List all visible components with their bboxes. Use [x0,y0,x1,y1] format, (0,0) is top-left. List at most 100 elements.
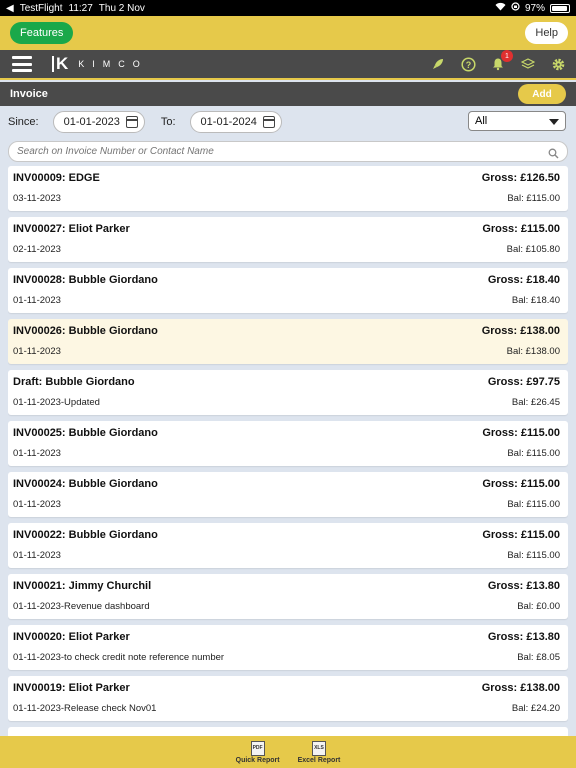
invoice-gross: Gross: £115.00 [482,478,560,490]
invoice-card[interactable]: INV00028: Bubble Giordano 01-11-2023 Gro… [8,268,568,313]
invoice-title: INV00025: Bubble Giordano [13,427,158,439]
invoice-card-selected[interactable]: INV00026: Bubble Giordano 01-11-2023 Gro… [8,319,568,364]
status-select-value: All [475,115,488,127]
page-title: Invoice [10,88,48,100]
invoice-title: INV00027: Eliot Parker [13,223,130,235]
invoice-card[interactable]: Draft: Bubble Giordano 01-11-2023-Update… [8,370,568,415]
help-circle-icon[interactable]: ? [460,56,476,72]
battery-percent: 97% [524,2,545,14]
invoice-gross: Gross: £13.80 [487,631,560,643]
orientation-lock-icon [511,2,520,14]
invoice-date: 01-11-2023-Release check Nov01 [13,703,157,714]
back-arrow-icon[interactable]: ◀ [6,3,14,14]
bell-icon[interactable]: 1 [490,50,513,72]
help-button[interactable]: Help [525,22,568,44]
page-title-bar: Invoice Add [0,82,576,106]
since-date-field[interactable]: 01-01-2023 [52,111,145,133]
status-time: 11:27 [68,2,93,14]
gear-icon[interactable] [550,56,566,72]
wifi-icon [495,2,506,14]
chevron-down-icon [549,119,559,125]
invoice-gross: Gross: £18.40 [487,274,560,286]
excel-report-button[interactable]: XLS Excel Report [297,740,341,764]
invoice-balance: Bal: £26.45 [511,397,560,408]
excel-report-label: Excel Report [297,756,341,764]
since-label: Since: [8,116,39,128]
invoice-gross: Gross: £13.80 [487,580,560,592]
invoice-title: INV00024: Bubble Giordano [13,478,158,490]
invoice-gross: Gross: £115.00 [482,223,560,235]
invoice-title: INV00028: Bubble Giordano [13,274,158,286]
invoice-balance: Bal: £0.00 [517,601,560,612]
invoice-gross: Gross: £115.00 [482,529,560,541]
invoice-balance: Bal: £8.05 [517,652,560,663]
status-bar: ◀ TestFlight 11:27 Thu 2 Nov 97% [0,0,576,16]
invoice-balance: Bal: £24.20 [511,703,560,714]
invoice-date: 01-11-2023 [13,448,61,459]
invoice-date: 01-11-2023-to check credit note referenc… [13,652,225,663]
logo-text: KIMCO [78,59,148,69]
quick-report-label: Quick Report [235,756,280,764]
invoice-card[interactable]: INV00021: Jimmy Churchil 01-11-2023-Reve… [8,574,568,619]
to-label: To: [160,116,176,128]
invoice-date: 01-11-2023-Revenue dashboard [13,601,150,612]
invoice-gross: Gross: £126.50 [481,172,560,184]
invoice-title: INV00020: Eliot Parker [13,631,130,643]
calendar-icon[interactable] [262,116,275,128]
invoice-balance: Bal: £105.80 [506,244,560,255]
logo-letter: K [52,55,68,72]
invoice-gross: Gross: £138.00 [481,325,560,337]
invoice-card[interactable]: INV00027: Eliot Parker 02-11-2023 Gross:… [8,217,568,262]
status-date: Thu 2 Nov [98,2,145,14]
filter-bar: Since: 01-01-2023 To: 01-01-2024 All [0,108,576,136]
battery-icon [550,3,570,13]
notification-badge: 1 [501,50,513,62]
invoice-title: Draft: Bubble Giordano [13,376,135,388]
report-footer: PDF Quick Report XLS Excel Report [0,736,576,768]
features-button[interactable]: Features [10,22,74,44]
invoice-card-partial[interactable] [8,727,568,736]
pdf-file-icon: PDF [250,740,265,756]
search-box [8,141,568,162]
search-icon[interactable] [548,146,559,164]
status-app-name[interactable]: TestFlight [20,3,63,14]
rocket-icon[interactable] [430,56,446,72]
invoice-balance: Bal: £115.00 [507,499,560,510]
to-date-field[interactable]: 01-01-2024 [189,111,282,133]
invoice-title: INV00019: Eliot Parker [13,682,130,694]
invoice-date: 02-11-2023 [13,244,61,255]
invoice-date: 01-11-2023 [13,550,61,561]
status-select[interactable]: All [468,111,566,131]
layers-icon[interactable] [520,56,536,72]
invoice-title: INV00026: Bubble Giordano [13,325,158,337]
invoice-date: 01-11-2023 [13,346,61,357]
calendar-icon[interactable] [125,116,138,128]
search-input[interactable] [17,146,537,157]
invoice-gross: Gross: £97.75 [487,376,560,388]
invoice-card[interactable]: INV00009: EDGE 03-11-2023 Gross: £126.50… [8,166,568,211]
nav-bar: K KIMCO ? 1 [0,50,576,80]
invoice-card[interactable]: INV00022: Bubble Giordano 01-11-2023 Gro… [8,523,568,568]
invoice-list: INV00009: EDGE 03-11-2023 Gross: £126.50… [8,166,568,736]
hamburger-icon[interactable] [12,56,32,72]
invoice-gross: Gross: £115.00 [482,427,560,439]
invoice-date: 03-11-2023 [13,193,61,204]
invoice-gross: Gross: £138.00 [481,682,560,694]
invoice-title: INV00022: Bubble Giordano [13,529,158,541]
invoice-date: 01-11-2023-Updated [13,397,100,408]
invoice-title: INV00009: EDGE [13,172,100,184]
invoice-card[interactable]: INV00025: Bubble Giordano 01-11-2023 Gro… [8,421,568,466]
invoice-balance: Bal: £138.00 [506,346,560,357]
invoice-balance: Bal: £18.40 [511,295,560,306]
invoice-date: 01-11-2023 [13,295,61,306]
invoice-card[interactable]: INV00019: Eliot Parker 01-11-2023-Releas… [8,676,568,721]
quick-report-button[interactable]: PDF Quick Report [235,740,280,764]
svg-text:?: ? [465,60,471,70]
invoice-card[interactable]: INV00020: Eliot Parker 01-11-2023-to che… [8,625,568,670]
add-invoice-button[interactable]: Add [518,84,566,104]
invoice-balance: Bal: £115.00 [507,550,560,561]
invoice-balance: Bal: £115.00 [507,448,560,459]
invoice-title: INV00021: Jimmy Churchil [13,580,152,592]
invoice-balance: Bal: £115.00 [507,193,560,204]
invoice-card[interactable]: INV00024: Bubble Giordano 01-11-2023 Gro… [8,472,568,517]
